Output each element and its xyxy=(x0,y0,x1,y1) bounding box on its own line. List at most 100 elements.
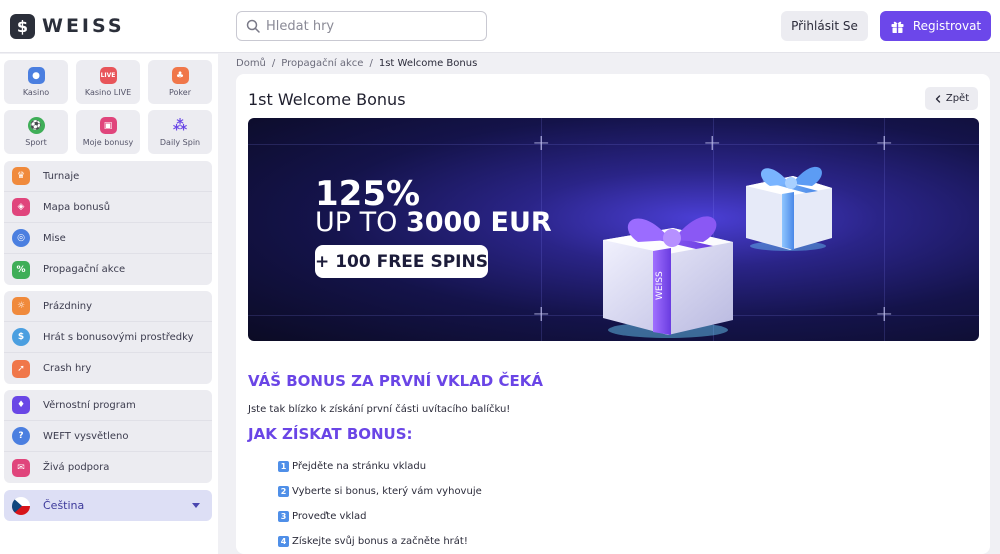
top-header: $ WEISS Přihlásit Se Registrovat xyxy=(0,0,1000,53)
language-selector[interactable]: Čeština xyxy=(4,490,212,521)
banner-amount: 3000 EUR xyxy=(405,207,552,238)
intro-text: Jste tak blízko k získání první části uv… xyxy=(248,404,511,415)
breadcrumb: Domů / Propagační akce / 1st Welcome Bon… xyxy=(236,56,477,70)
breadcrumb-separator: / xyxy=(369,57,373,69)
breadcrumb-section[interactable]: Propagační akce xyxy=(281,58,363,69)
bonus-map-icon: ◈ xyxy=(12,198,30,216)
target-icon: ◎ xyxy=(12,229,30,247)
list-item: 4 Získejte svůj bonus a začněte hrát! xyxy=(278,529,482,554)
sidebar-item-promotions[interactable]: % Propagační akce xyxy=(4,254,212,285)
tile-poker[interactable]: ♣ Poker xyxy=(148,60,212,104)
sidebar-item-label: Mise xyxy=(43,232,66,244)
bonuses-icon: ▣ xyxy=(99,117,117,134)
section-heading-how: JAK ZÍSKAT BONUS: xyxy=(248,425,413,443)
step-text: Proveďte vklad xyxy=(292,511,367,522)
sidebar-item-label: Živá podpora xyxy=(43,462,110,473)
back-button[interactable]: Zpět xyxy=(925,87,978,110)
plus-decoration: + xyxy=(875,131,894,156)
gift-icon xyxy=(891,21,904,33)
list-item: 3 Proveďte vklad xyxy=(278,504,482,529)
breadcrumb-separator: / xyxy=(271,57,276,69)
page-title: 1st Welcome Bonus xyxy=(248,90,406,109)
plus-decoration: + xyxy=(532,302,551,327)
banner-up-to: UP TO xyxy=(315,207,398,238)
sidebar-item-missions[interactable]: ◎ Mise xyxy=(4,223,212,254)
step-number-icon: 1 xyxy=(278,461,289,472)
plus-decoration: + xyxy=(875,302,894,327)
breadcrumb-home[interactable]: Domů xyxy=(236,58,266,69)
tile-label: Moje bonusy xyxy=(82,138,134,147)
step-text: Přejděte na stránku vkladu xyxy=(292,461,427,472)
register-button[interactable]: Registrovat xyxy=(880,11,991,41)
bonus-funds-icon: $ xyxy=(12,328,30,346)
chat-icon: ✉ xyxy=(12,458,30,477)
tile-live-casino[interactable]: LIVE Kasino LIVE xyxy=(76,60,140,104)
nav-group-games: ☼ Prázdniny $ Hrát s bonusovými prostřed… xyxy=(4,291,212,384)
gift-box-small-image xyxy=(746,166,832,251)
plus-decoration: + xyxy=(703,131,722,156)
tile-label: Kasino LIVE xyxy=(84,88,132,97)
sidebar-item-label: Prázdniny xyxy=(43,300,93,312)
breadcrumb-current: 1st Welcome Bonus xyxy=(378,57,478,69)
sidebar-item-label: Turnaje xyxy=(43,170,80,182)
sidebar-item-bonus-map[interactable]: ◈ Mapa bonusů xyxy=(4,192,212,223)
sidebar: ● Kasino LIVE Kasino LIVE ♣ Poker ⚽ Spor… xyxy=(0,54,218,554)
sidebar-item-live-support[interactable]: ✉ Živá podpora xyxy=(4,452,212,483)
step-number-icon: 3 xyxy=(278,511,289,522)
tile-sport[interactable]: ⚽ Sport xyxy=(4,110,68,154)
sidebar-item-weft[interactable]: ? WEFT vysvětleno xyxy=(4,421,212,452)
step-text: Vyberte si bonus, který vám vyhovuje xyxy=(292,486,482,497)
search-icon xyxy=(246,19,260,33)
free-spins-badge: + 100 FREE SPINS xyxy=(315,245,488,278)
help-icon: ? xyxy=(12,427,30,445)
daily-spin-icon: ⁂ xyxy=(172,117,188,134)
search-box[interactable] xyxy=(236,11,487,41)
nav-group-promotions: ♛ Turnaje ◈ Mapa bonusů ◎ Mise % Propaga… xyxy=(4,161,212,285)
gift-brand-label: WEISS xyxy=(655,271,665,300)
sidebar-item-tournaments[interactable]: ♛ Turnaje xyxy=(4,161,212,192)
tile-my-bonuses[interactable]: ▣ Moje bonusy xyxy=(76,110,140,154)
search-input[interactable] xyxy=(266,18,466,34)
loyalty-icon: ♦ xyxy=(12,396,30,414)
sidebar-item-label: Propagační akce xyxy=(43,264,126,275)
logo[interactable]: $ WEISS xyxy=(10,12,125,40)
promotion-card: 1st Welcome Bonus Zpět + + + + + 125% UP… xyxy=(236,74,990,554)
tile-daily-spin[interactable]: ⁂ Daily Spin xyxy=(148,110,212,154)
plus-decoration: + xyxy=(532,131,551,156)
section-heading-bonus: VÁŠ BONUS ZA PRVNÍ VKLAD ČEKÁ xyxy=(248,372,543,390)
tile-casino[interactable]: ● Kasino xyxy=(4,60,68,104)
sport-icon: ⚽ xyxy=(27,117,45,134)
holiday-icon: ☼ xyxy=(12,297,30,315)
steps-list: 1 Přejděte na stránku vkladu 2 Vyberte s… xyxy=(278,454,482,554)
nav-group-info: ♦ Věrnostní program ? WEFT vysvětleno ✉ … xyxy=(4,390,212,483)
promo-icon: % xyxy=(12,260,30,279)
tile-label: Kasino xyxy=(22,88,50,97)
banner-amount-line: UP TO 3000 EUR xyxy=(315,207,552,238)
list-item: 2 Vyberte si bonus, který vám vyhovuje xyxy=(278,479,482,504)
step-number-icon: 4 xyxy=(278,536,289,547)
login-button[interactable]: Přihlásit Se xyxy=(781,11,868,41)
chevron-left-icon xyxy=(935,94,941,103)
czech-flag-icon xyxy=(12,496,30,515)
sidebar-item-crash-games[interactable]: ➚ Crash hry xyxy=(4,353,212,384)
casino-icon: ● xyxy=(27,67,45,84)
category-tiles: ● Kasino LIVE Kasino LIVE ♣ Poker ⚽ Spor… xyxy=(4,60,212,154)
live-casino-icon: LIVE xyxy=(99,67,117,84)
language-label: Čeština xyxy=(43,499,85,512)
gift-box-image: WEISS xyxy=(603,216,733,338)
sidebar-item-label: Věrnostní program xyxy=(43,399,136,411)
back-label: Zpět xyxy=(945,93,970,104)
promo-banner: + + + + + 125% UP TO 3000 EUR + 100 FREE… xyxy=(248,118,979,341)
step-number-icon: 2 xyxy=(278,486,289,497)
sidebar-item-holidays[interactable]: ☼ Prázdniny xyxy=(4,291,212,322)
tile-label: Poker xyxy=(169,88,191,97)
chevron-down-icon xyxy=(192,503,200,508)
list-item: 1 Přejděte na stránku vkladu xyxy=(278,454,482,479)
sidebar-item-bonus-funds[interactable]: $ Hrát s bonusovými prostředky xyxy=(4,322,212,353)
logo-mark: $ xyxy=(10,13,35,39)
sidebar-item-loyalty[interactable]: ♦ Věrnostní program xyxy=(4,390,212,421)
tile-label: Daily Spin xyxy=(159,138,201,147)
step-text: Získejte svůj bonus a začněte hrát! xyxy=(292,536,468,547)
trophy-icon: ♛ xyxy=(12,167,30,185)
sidebar-item-label: Crash hry xyxy=(43,363,92,374)
